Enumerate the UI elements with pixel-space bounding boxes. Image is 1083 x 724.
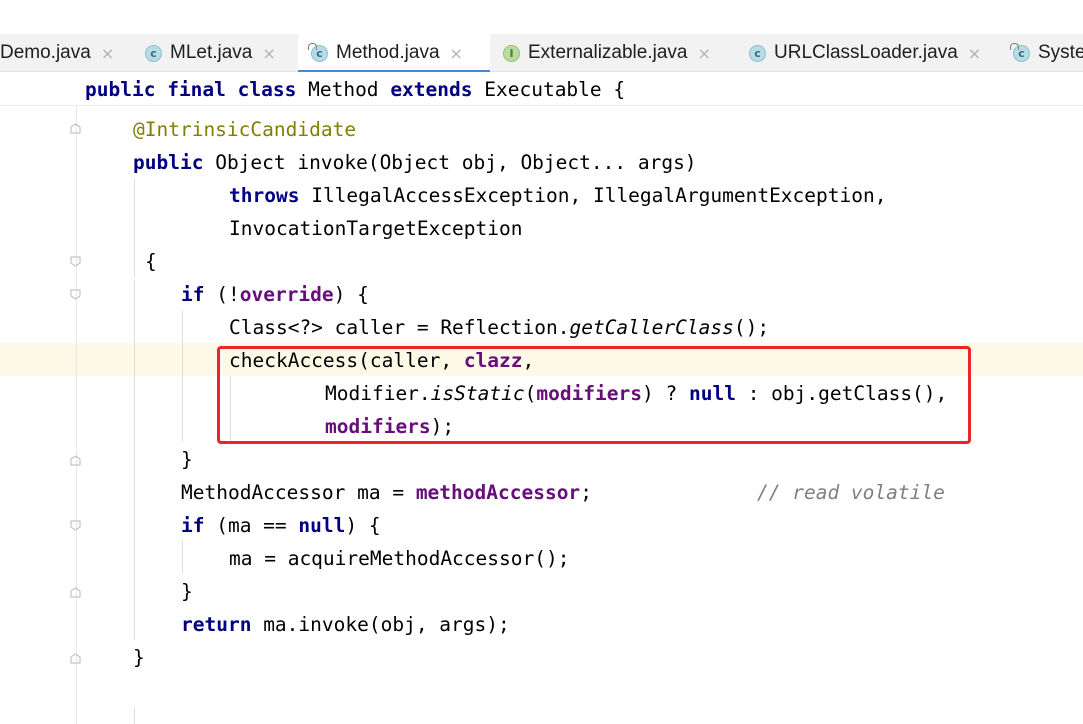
- fold-end-icon[interactable]: [70, 455, 81, 466]
- code-line: public Object invoke(Object obj, Object.…: [133, 151, 697, 174]
- code-line: {: [145, 250, 157, 273]
- fold-start-icon[interactable]: [70, 520, 81, 531]
- class-lock-icon: c: [308, 42, 328, 62]
- interface-icon: I: [503, 44, 520, 62]
- tab-label: URLClassLoader.java: [774, 42, 958, 63]
- tab-method-java[interactable]: c Method.java ×: [298, 34, 490, 73]
- tab-mlet-java[interactable]: c MLet.java ×: [145, 34, 276, 72]
- tab-label: Externalizable.java: [528, 42, 688, 63]
- tab-label: MLet.java: [170, 42, 253, 63]
- code-line: }: [181, 580, 193, 603]
- close-icon[interactable]: ×: [697, 44, 710, 63]
- sticky-class-header: public final class Method extends Execut…: [0, 72, 1083, 106]
- tab-label: Demo.java: [0, 42, 91, 63]
- fold-start-icon[interactable]: [70, 256, 81, 267]
- fold-end-icon[interactable]: [70, 123, 81, 134]
- close-icon[interactable]: ×: [262, 44, 275, 63]
- code-comment: // read volatile: [757, 481, 945, 504]
- tab-label: Method.java: [336, 42, 440, 63]
- tab-externalizable-java[interactable]: I Externalizable.java ×: [503, 34, 711, 72]
- fold-end-icon[interactable]: [70, 653, 81, 664]
- class-icon: c: [145, 44, 162, 62]
- code-line: InvocationTargetException: [229, 217, 523, 240]
- code-line: }: [181, 448, 193, 471]
- class-lock-icon: c: [1010, 42, 1030, 62]
- close-icon[interactable]: ×: [101, 44, 114, 63]
- close-icon[interactable]: ×: [968, 44, 981, 63]
- fold-start-icon[interactable]: [70, 289, 81, 300]
- indent-guide: [134, 708, 135, 724]
- indent-guide: [134, 178, 135, 278]
- tab-label: Syste: [1038, 42, 1083, 63]
- code-line: return ma.invoke(obj, args);: [181, 613, 510, 636]
- gutter-separator: [76, 72, 77, 724]
- code-line: @IntrinsicCandidate: [133, 118, 357, 141]
- code-line: if (ma == null) {: [181, 514, 381, 537]
- annotation-highlight-box: [217, 346, 971, 444]
- close-icon[interactable]: ×: [450, 44, 463, 63]
- indent-guide: [134, 280, 135, 640]
- code-line: Class<?> caller = Reflection.getCallerCl…: [229, 316, 770, 339]
- indent-guide: [182, 310, 183, 442]
- tab-demo-java[interactable]: Demo.java ×: [0, 34, 114, 72]
- code-line: MethodAccessor ma = methodAccessor;: [181, 481, 592, 504]
- tab-urlclassloader-java[interactable]: c URLClassLoader.java ×: [749, 34, 981, 72]
- code-line: throws IllegalAccessException, IllegalAr…: [229, 184, 887, 207]
- editor-tab-bar: Demo.java × c MLet.java × c Method.java …: [0, 34, 1083, 73]
- code-line: ma = acquireMethodAccessor();: [229, 547, 570, 570]
- code-line: }: [133, 646, 145, 669]
- code-line: public final class Method extends Execut…: [85, 78, 626, 101]
- tab-system-java[interactable]: c Syste: [1010, 34, 1083, 72]
- class-icon: c: [749, 44, 766, 62]
- code-line: if (!override) {: [181, 283, 369, 306]
- indent-guide: [182, 541, 183, 574]
- fold-end-icon[interactable]: [70, 587, 81, 598]
